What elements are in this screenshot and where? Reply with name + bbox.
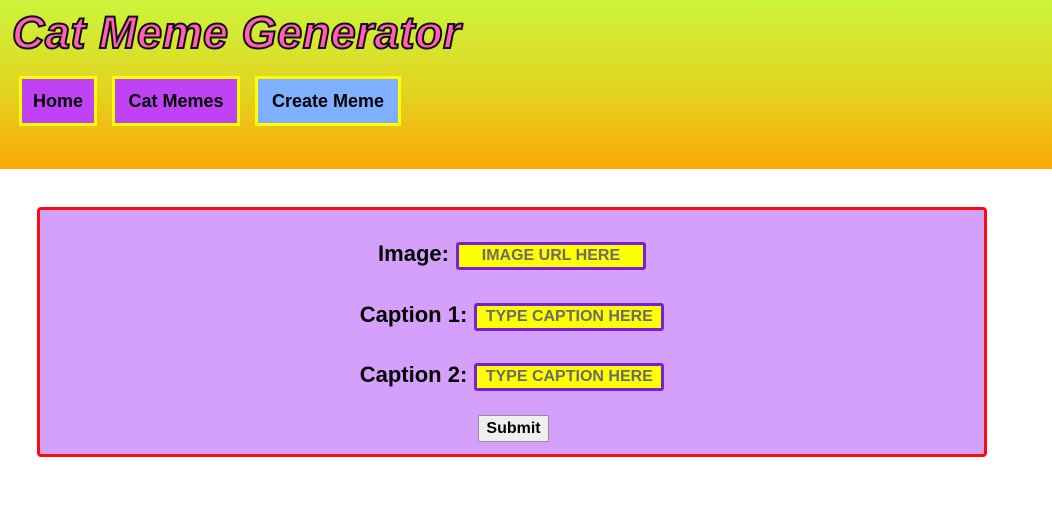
caption-1-input[interactable]: [474, 303, 665, 331]
image-row: Image:: [40, 241, 984, 271]
caption-1-label: Caption 1:: [359, 302, 468, 327]
meme-form: Image: Caption 1: Caption 2: Submit: [37, 207, 987, 457]
image-url-input[interactable]: [455, 242, 646, 270]
site-title: Cat Meme Generator: [11, 7, 462, 58]
nav-cat-memes-button[interactable]: Cat Memes: [112, 76, 240, 126]
caption-2-row: Caption 2:: [40, 362, 984, 392]
submit-button[interactable]: Submit: [478, 415, 549, 442]
caption-2-label: Caption 2:: [359, 362, 468, 387]
nav-home-button[interactable]: Home: [19, 76, 97, 126]
caption-2-input[interactable]: [474, 363, 665, 391]
caption-1-row: Caption 1:: [40, 302, 984, 332]
site-header: Cat Meme Generator Home Cat Memes Create…: [0, 0, 1052, 169]
image-label: Image:: [378, 241, 449, 266]
nav-create-meme-button[interactable]: Create Meme: [255, 76, 401, 126]
